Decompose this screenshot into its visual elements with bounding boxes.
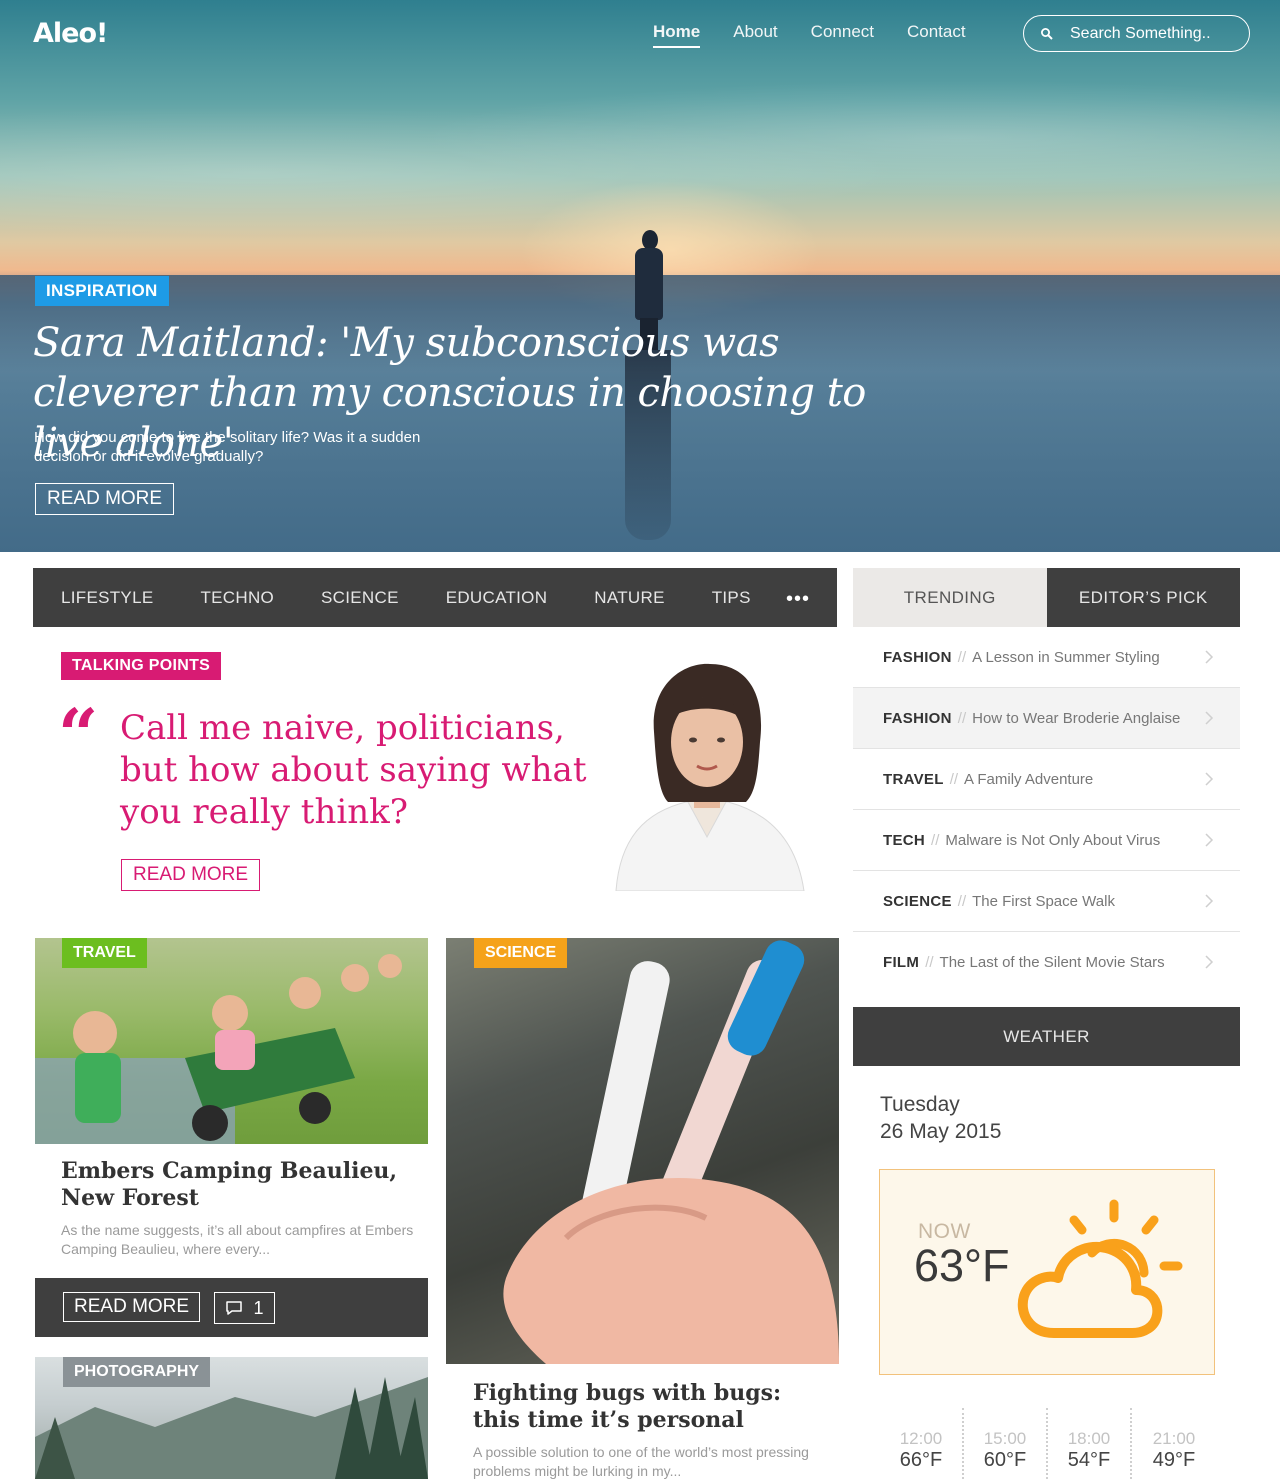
forecast-time: 15:00 bbox=[983, 1429, 1027, 1448]
nav-contact[interactable]: Contact bbox=[907, 22, 966, 48]
nav-about[interactable]: About bbox=[733, 22, 777, 48]
trending-item[interactable]: TRAVEL // A Family Adventure bbox=[853, 749, 1240, 810]
trending-category: TRAVEL bbox=[883, 770, 944, 788]
forecast-temp: 49°F bbox=[1152, 1449, 1196, 1471]
trending-category: FASHION bbox=[883, 648, 952, 666]
category-bar: LIFESTYLE TECHNO SCIENCE EDUCATION NATUR… bbox=[33, 568, 837, 627]
trending-title: How to Wear Broderie Anglaise bbox=[972, 709, 1181, 727]
category-science[interactable]: SCIENCE bbox=[321, 588, 399, 608]
hero-category-badge[interactable]: INSPIRATION bbox=[35, 276, 169, 306]
separator: // bbox=[957, 892, 967, 910]
wagon-children-illustration bbox=[35, 954, 402, 1144]
hero-section: Aleo! Home About Connect Contact INSPIRA… bbox=[0, 0, 1280, 552]
separator: // bbox=[957, 709, 967, 727]
forecast-temp: 60°F bbox=[983, 1449, 1027, 1471]
separator: // bbox=[931, 831, 940, 849]
travel-comments-button[interactable]: 1 bbox=[214, 1292, 275, 1324]
hero-description: How did you come to live the solitary li… bbox=[34, 429, 421, 465]
current-weather-panel: NOW 63°F bbox=[879, 1169, 1215, 1375]
author-portrait bbox=[615, 663, 805, 891]
trending-title: The Last of the Silent Movie Stars bbox=[939, 954, 1165, 971]
travel-tag[interactable]: TRAVEL bbox=[62, 938, 147, 968]
separator: // bbox=[957, 648, 967, 666]
hero-read-more-button[interactable]: READ MORE bbox=[35, 483, 175, 515]
talking-points-badge[interactable]: TALKING POINTS bbox=[61, 652, 222, 680]
forecast-slot: 18:00 54°F bbox=[1048, 1408, 1132, 1479]
more-categories-icon[interactable]: ••• bbox=[786, 588, 810, 611]
quote-icon: “ bbox=[58, 693, 99, 776]
chevron-right-icon bbox=[1205, 833, 1214, 847]
trending-title: The First Space Walk bbox=[972, 892, 1115, 910]
weather-forecast: 12:00 66°F 15:00 60°F 18:00 54°F 21:00 4… bbox=[880, 1408, 1216, 1479]
weather-now-temp: 63°F bbox=[914, 1240, 1010, 1291]
science-tag[interactable]: SCIENCE bbox=[474, 938, 568, 968]
trending-category: TECH bbox=[883, 831, 926, 849]
weather-day: Tuesday bbox=[880, 1093, 960, 1116]
separator: // bbox=[949, 770, 959, 788]
main-nav: Home About Connect Contact bbox=[653, 22, 999, 48]
category-techno[interactable]: TECHNO bbox=[200, 588, 274, 608]
weather-heading: WEATHER bbox=[853, 1007, 1240, 1066]
forecast-time: 12:00 bbox=[899, 1429, 943, 1448]
forecast-slot: 15:00 60°F bbox=[964, 1408, 1048, 1479]
forecast-temp: 66°F bbox=[899, 1449, 943, 1471]
category-education[interactable]: EDUCATION bbox=[446, 588, 548, 608]
forecast-time: 18:00 bbox=[1067, 1429, 1111, 1448]
comment-icon bbox=[226, 1301, 243, 1315]
science-card-excerpt: A possible solution to one of the world’… bbox=[473, 1444, 809, 1479]
travel-card-actions: READ MORE 1 bbox=[35, 1278, 428, 1337]
travel-card-image[interactable] bbox=[35, 938, 428, 1144]
separator: // bbox=[925, 954, 934, 971]
partly-cloudy-icon bbox=[1017, 1199, 1183, 1338]
search-icon bbox=[1041, 27, 1053, 40]
trending-title: Malware is Not Only About Virus bbox=[945, 831, 1161, 849]
forecast-slot: 21:00 49°F bbox=[1132, 1408, 1216, 1479]
pens-in-hand-illustration bbox=[503, 940, 839, 1364]
nav-connect[interactable]: Connect bbox=[811, 22, 874, 48]
trending-list: FASHION // A Lesson in Summer Styling FA… bbox=[853, 627, 1240, 993]
trending-item[interactable]: FILM // The Last of the Silent Movie Sta… bbox=[853, 932, 1240, 993]
chevron-right-icon bbox=[1205, 894, 1214, 908]
category-lifestyle[interactable]: LIFESTYLE bbox=[61, 588, 153, 608]
trending-category: FASHION bbox=[883, 709, 952, 727]
trending-item[interactable]: SCIENCE // The First Space Walk bbox=[853, 871, 1240, 932]
forecast-slot: 12:00 66°F bbox=[880, 1408, 964, 1479]
forecast-temp: 54°F bbox=[1067, 1449, 1111, 1471]
travel-card-title[interactable]: Embers Camping Beaulieu, New Forest bbox=[61, 1158, 421, 1212]
chevron-right-icon bbox=[1205, 711, 1214, 725]
chevron-right-icon bbox=[1205, 650, 1214, 664]
travel-card-excerpt: As the name suggests, it’s all about cam… bbox=[61, 1222, 414, 1257]
talking-points-read-more-button[interactable]: READ MORE bbox=[121, 859, 261, 891]
chevron-right-icon bbox=[1205, 772, 1214, 786]
category-tips[interactable]: TIPS bbox=[712, 588, 751, 608]
weather-full-date: 26 May 2015 bbox=[880, 1120, 1002, 1143]
chevron-right-icon bbox=[1205, 955, 1214, 969]
trending-category: FILM bbox=[883, 954, 920, 971]
photography-tag[interactable]: PHOTOGRAPHY bbox=[63, 1357, 211, 1387]
science-card-title[interactable]: Fighting bugs with bugs: this time it’s … bbox=[473, 1380, 813, 1434]
science-card-image[interactable] bbox=[446, 938, 839, 1364]
category-nature[interactable]: NATURE bbox=[594, 588, 664, 608]
comment-count: 1 bbox=[253, 1297, 264, 1318]
tab-editors-pick[interactable]: EDITOR’S PICK bbox=[1046, 568, 1240, 627]
trending-title: A Family Adventure bbox=[964, 770, 1094, 788]
trending-item[interactable]: FASHION // A Lesson in Summer Styling bbox=[853, 627, 1240, 688]
talking-points-quote[interactable]: Call me naive, politicians, but how abou… bbox=[120, 707, 600, 833]
trending-item[interactable]: TECH // Malware is Not Only About Virus bbox=[853, 810, 1240, 871]
site-logo[interactable]: Aleo! bbox=[33, 18, 108, 49]
travel-read-more-button[interactable]: READ MORE bbox=[63, 1292, 201, 1322]
search-box[interactable] bbox=[1023, 15, 1250, 52]
tab-trending[interactable]: TRENDING bbox=[853, 568, 1047, 627]
weather-date: Tuesday 26 May 2015 bbox=[880, 1091, 1001, 1145]
forecast-time: 21:00 bbox=[1152, 1429, 1196, 1448]
search-input[interactable] bbox=[1070, 24, 1240, 43]
nav-home[interactable]: Home bbox=[653, 22, 701, 48]
trending-category: SCIENCE bbox=[883, 892, 952, 910]
sidebar-tabs: TRENDING EDITOR’S PICK bbox=[853, 568, 1240, 627]
trending-item[interactable]: FASHION // How to Wear Broderie Anglaise bbox=[853, 688, 1240, 749]
trending-title: A Lesson in Summer Styling bbox=[972, 648, 1160, 666]
